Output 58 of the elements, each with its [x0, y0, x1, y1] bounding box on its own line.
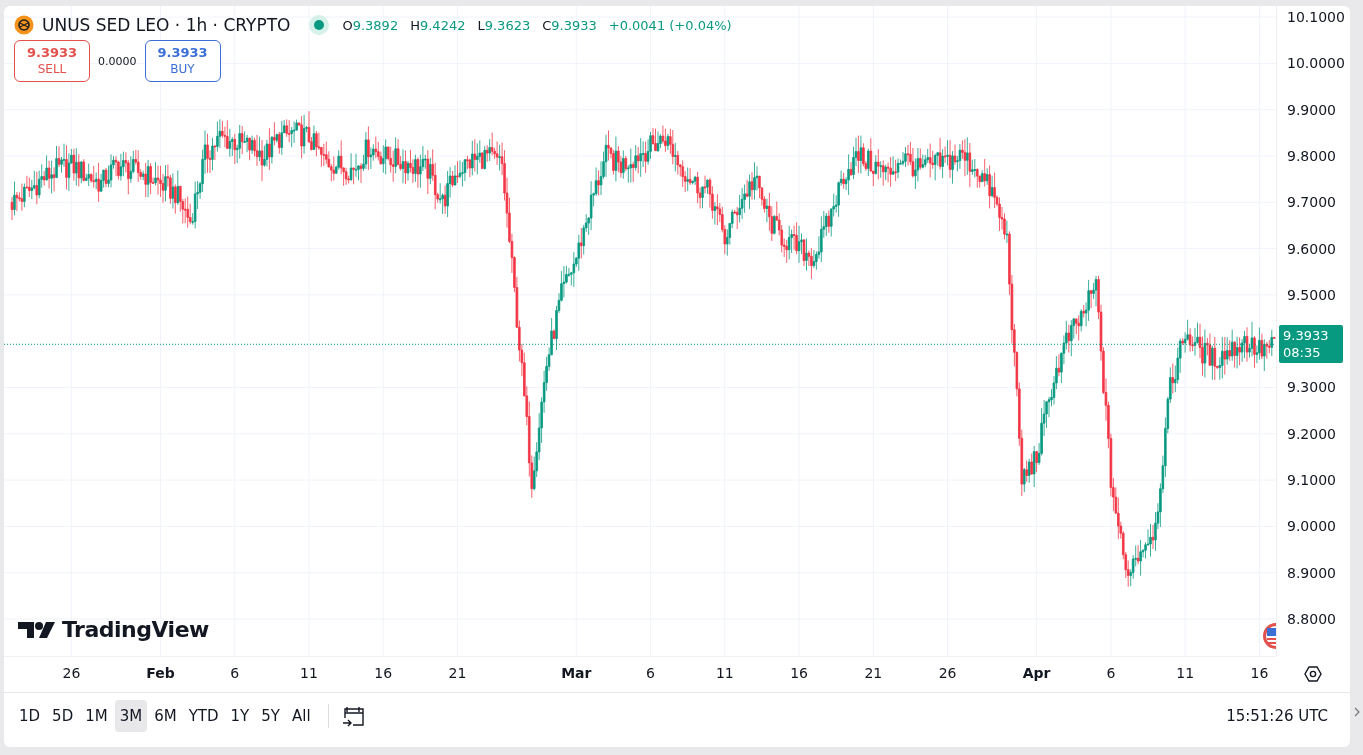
- range-button[interactable]: 6M: [149, 700, 182, 732]
- axis-label: 8.8000: [1287, 609, 1336, 628]
- price-change: +0.0041 (+0.04%): [608, 17, 732, 33]
- axis-label: Feb: [146, 665, 175, 681]
- ohlc-value: L9.3623: [477, 17, 531, 33]
- axis-label: 16: [1250, 665, 1269, 681]
- axis-label: 10.1000: [1287, 8, 1345, 27]
- axis-label: 9.2000: [1287, 424, 1336, 443]
- range-button[interactable]: 5D: [47, 700, 79, 732]
- range-button[interactable]: 1M: [80, 700, 113, 732]
- ohlc-value: H9.4242: [410, 17, 466, 33]
- range-button[interactable]: 3M: [114, 700, 148, 732]
- axis-label: 9.5000: [1287, 285, 1336, 304]
- range-button[interactable]: 5Y: [256, 700, 285, 732]
- range-button[interactable]: 1Y: [225, 700, 255, 732]
- ohlc-value: O9.3892: [342, 17, 399, 33]
- countdown: 08:35: [1283, 344, 1322, 362]
- ohlc-value: C9.3933: [542, 17, 597, 33]
- axis-label: 11: [715, 665, 734, 681]
- axis-label: Apr: [1022, 665, 1051, 681]
- axis-label: 9.8000: [1287, 147, 1336, 165]
- axis-label: 26: [62, 665, 81, 681]
- axis-label: 21: [448, 665, 467, 681]
- axis-label: 11: [300, 665, 318, 681]
- axis-label: 9.1000: [1287, 471, 1336, 490]
- range-button[interactable]: All: [287, 700, 316, 732]
- calendar-icon[interactable]: [340, 704, 367, 728]
- axis-label: Mar: [561, 665, 592, 681]
- range-button[interactable]: 1D: [14, 700, 46, 732]
- axis-label: 8.9000: [1287, 563, 1336, 582]
- chevron-right-icon[interactable]: [1353, 706, 1361, 718]
- axis-label: 26: [938, 665, 957, 681]
- axis-label: 9.0000: [1287, 517, 1336, 536]
- range-button[interactable]: YTD: [183, 700, 224, 732]
- last-price: 9.3933: [1283, 327, 1330, 345]
- spread-value: 0.0000: [98, 54, 137, 68]
- axis-label: 6: [1106, 665, 1116, 681]
- settings-icon[interactable]: [1303, 664, 1323, 684]
- status-dot-icon: [308, 14, 331, 36]
- axis-label: 9.3000: [1287, 378, 1336, 397]
- symbol-title[interactable]: UNUS SED LEO · 1h · CRYPTO: [42, 15, 291, 35]
- axis-label: 10.0000: [1287, 54, 1345, 73]
- logo-icon: [18, 619, 56, 640]
- clock: 15:51:26 UTC: [1226, 707, 1328, 725]
- axis-label: 9.6000: [1287, 239, 1336, 258]
- axis-label: 16: [374, 665, 393, 681]
- flag-icon: [1262, 622, 1276, 650]
- logo-text: TradingView: [62, 617, 209, 642]
- axis-label: 21: [864, 665, 883, 681]
- axis-label: 9.9000: [1287, 100, 1336, 119]
- axis-label: 16: [790, 665, 808, 681]
- axis-label: 9.7000: [1287, 193, 1336, 212]
- axis-label: 6: [646, 665, 655, 681]
- sell-button[interactable]: 9.3933 SELL: [14, 40, 90, 82]
- buy-button[interactable]: 9.3933 BUY: [144, 40, 221, 82]
- coin-icon: [14, 15, 34, 35]
- axis-label: 6: [230, 665, 240, 681]
- axis-label: 11: [1176, 665, 1195, 681]
